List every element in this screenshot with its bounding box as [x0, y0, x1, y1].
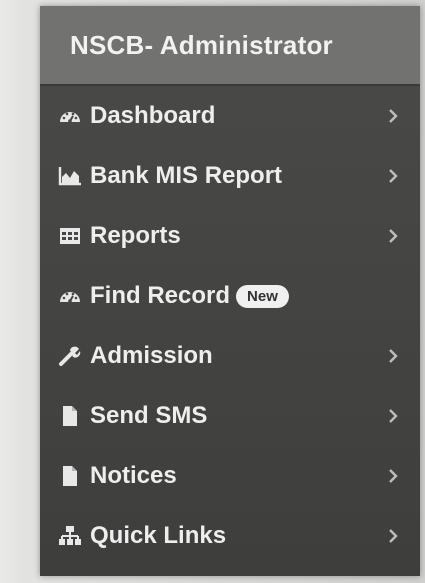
dashboard-icon	[56, 104, 84, 128]
chevron-right-icon	[386, 468, 400, 484]
file-icon	[56, 404, 84, 428]
sidebar-item-quick-links[interactable]: Quick Links	[40, 506, 420, 566]
sidebar-item-label: Quick Links	[90, 522, 227, 549]
chevron-right-icon	[386, 348, 400, 364]
file-icon	[56, 464, 84, 488]
sidebar-item-admission[interactable]: Admission	[40, 326, 420, 386]
area-chart-icon	[56, 164, 84, 188]
table-icon	[56, 224, 84, 248]
dashboard-icon	[56, 284, 84, 308]
screen-background: NSCB- Administrator Dashboard Bank MIS R…	[0, 0, 425, 583]
sidebar-item-dashboard[interactable]: Dashboard	[40, 86, 420, 146]
new-badge: New	[236, 284, 289, 308]
sidebar-item-label: Reports	[90, 222, 181, 249]
sidebar-item-label: Admission	[90, 342, 213, 369]
sidebar-item-bank-mis-report[interactable]: Bank MIS Report	[40, 146, 420, 206]
wrench-icon	[56, 344, 84, 368]
sidebar-item-label: Send SMS	[90, 402, 208, 429]
sidebar-item-label: Bank MIS Report	[90, 162, 283, 189]
sidebar-item-send-sms[interactable]: Send SMS	[40, 386, 420, 446]
chevron-right-icon	[386, 168, 400, 184]
sidebar-item-notices[interactable]: Notices	[40, 446, 420, 506]
sidebar-item-label: Find Record	[90, 282, 231, 309]
sidebar-item-label: Dashboard	[90, 102, 216, 129]
sidebar: NSCB- Administrator Dashboard Bank MIS R…	[40, 6, 420, 576]
sidebar-item-label: Notices	[90, 462, 177, 489]
sidebar-header: NSCB- Administrator	[40, 6, 420, 86]
chevron-right-icon	[386, 228, 400, 244]
sidebar-title: NSCB- Administrator	[70, 29, 333, 60]
sidebar-item-find-record[interactable]: Find Record New	[40, 266, 420, 326]
chevron-right-icon	[386, 408, 400, 424]
sitemap-icon	[56, 524, 84, 548]
chevron-right-icon	[386, 528, 400, 544]
chevron-right-icon	[386, 108, 400, 124]
sidebar-item-reports[interactable]: Reports	[40, 206, 420, 266]
sidebar-menu: Dashboard Bank MIS Report Reports Find R…	[40, 86, 420, 566]
